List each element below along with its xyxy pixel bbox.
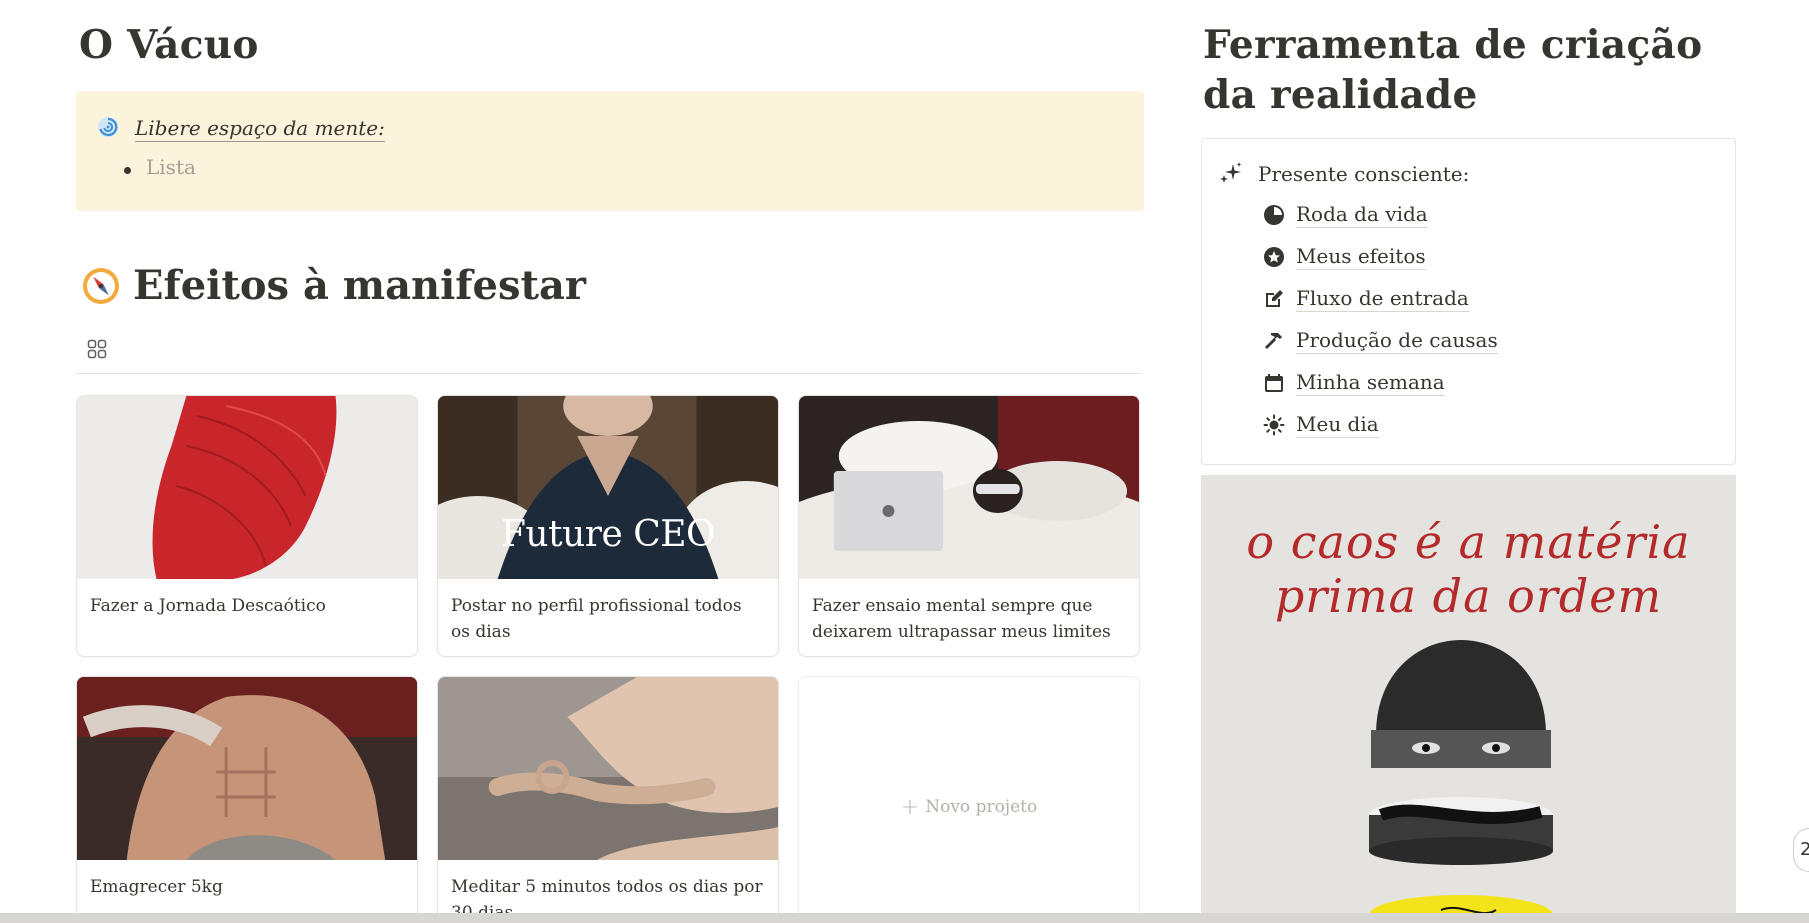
card-cover-image: Future CEO bbox=[438, 396, 778, 579]
swirl-icon bbox=[98, 117, 118, 137]
navigation-box: Presente consciente: Roda da vida Meus e… bbox=[1201, 138, 1736, 465]
new-project-label: Novo projeto bbox=[925, 797, 1038, 817]
nav-item-meus-efeitos[interactable]: Meus efeitos bbox=[1262, 244, 1426, 270]
gallery-view-icon[interactable] bbox=[87, 339, 107, 359]
page-title: O Vácuo bbox=[79, 22, 259, 68]
callout-bullet-item[interactable]: Lista bbox=[124, 155, 196, 179]
edit-icon bbox=[1262, 287, 1286, 311]
callout-block[interactable]: Libere espaço da mente: Lista bbox=[76, 91, 1144, 211]
nav-item-roda-da-vida[interactable]: Roda da vida bbox=[1262, 202, 1428, 228]
poster-image: o caos é a matéria prima da ordem bbox=[1201, 475, 1736, 923]
divider bbox=[76, 373, 1142, 374]
card-title: Postar no perfil profissional todos os d… bbox=[451, 596, 742, 642]
compass-icon bbox=[83, 267, 119, 304]
nav-item-label[interactable]: Fluxo de entrada bbox=[1296, 286, 1469, 312]
card-cover-image bbox=[799, 396, 1139, 579]
nav-item-label[interactable]: Meus efeitos bbox=[1296, 244, 1426, 270]
sparkles-icon bbox=[1220, 162, 1242, 183]
poster-face-illustration bbox=[1369, 640, 1553, 923]
gallery-card[interactable]: Meditar 5 minutos todos os dias por 30 d… bbox=[437, 676, 779, 923]
card-title: Emagrecer 5kg bbox=[90, 877, 223, 897]
gallery-card[interactable]: Fazer ensaio mental sempre que deixarem … bbox=[798, 395, 1140, 657]
window-bottom-bar bbox=[0, 913, 1809, 923]
poster-quote-line1: o caos é a matéria bbox=[1246, 515, 1691, 569]
nav-heading-label: Presente consciente: bbox=[1258, 162, 1470, 186]
card-cover-image bbox=[77, 396, 417, 579]
card-cover-image bbox=[77, 677, 417, 860]
sun-icon bbox=[1262, 413, 1286, 437]
edge-side-button[interactable]: 2 bbox=[1793, 828, 1809, 872]
pie-chart-icon bbox=[1262, 203, 1286, 227]
nav-heading: Presente consciente: bbox=[1218, 161, 1469, 187]
new-project-card[interactable]: + Novo projeto bbox=[798, 676, 1140, 923]
right-title: Ferramenta de criação da realidade bbox=[1203, 22, 1703, 118]
card-title: Fazer a Jornada Descaótico bbox=[90, 596, 326, 616]
nav-item-label[interactable]: Roda da vida bbox=[1296, 202, 1428, 228]
nav-item-meu-dia[interactable]: Meu dia bbox=[1262, 412, 1379, 438]
nav-item-label[interactable]: Meu dia bbox=[1296, 412, 1379, 438]
card-cover-text: Future CEO bbox=[500, 514, 716, 555]
gallery-card[interactable]: Fazer a Jornada Descaótico bbox=[76, 395, 418, 657]
nav-item-fluxo-de-entrada[interactable]: Fluxo de entrada bbox=[1262, 286, 1469, 312]
plus-icon: + bbox=[900, 795, 920, 820]
nav-item-producao-de-causas[interactable]: Produção de causas bbox=[1262, 328, 1498, 354]
gallery-card[interactable]: Emagrecer 5kg bbox=[76, 676, 418, 923]
nav-item-minha-semana[interactable]: Minha semana bbox=[1262, 370, 1445, 396]
calendar-icon bbox=[1262, 371, 1286, 395]
card-title: Fazer ensaio mental sempre que deixarem … bbox=[812, 596, 1111, 642]
nav-item-label[interactable]: Produção de causas bbox=[1296, 328, 1498, 354]
gallery-card[interactable]: Future CEO Postar no perfil profissional… bbox=[437, 395, 779, 657]
callout-title[interactable]: Libere espaço da mente: bbox=[135, 116, 385, 142]
star-circle-icon bbox=[1262, 245, 1286, 269]
poster-quote-line2: prima da ordem bbox=[1274, 569, 1663, 623]
card-cover-image bbox=[438, 677, 778, 860]
section-title: Efeitos à manifestar bbox=[133, 262, 586, 309]
nav-item-label[interactable]: Minha semana bbox=[1296, 370, 1445, 396]
poster-quote: o caos é a matéria prima da ordem bbox=[1201, 515, 1736, 623]
section-header: Efeitos à manifestar bbox=[81, 262, 586, 309]
hammer-icon bbox=[1262, 329, 1286, 353]
